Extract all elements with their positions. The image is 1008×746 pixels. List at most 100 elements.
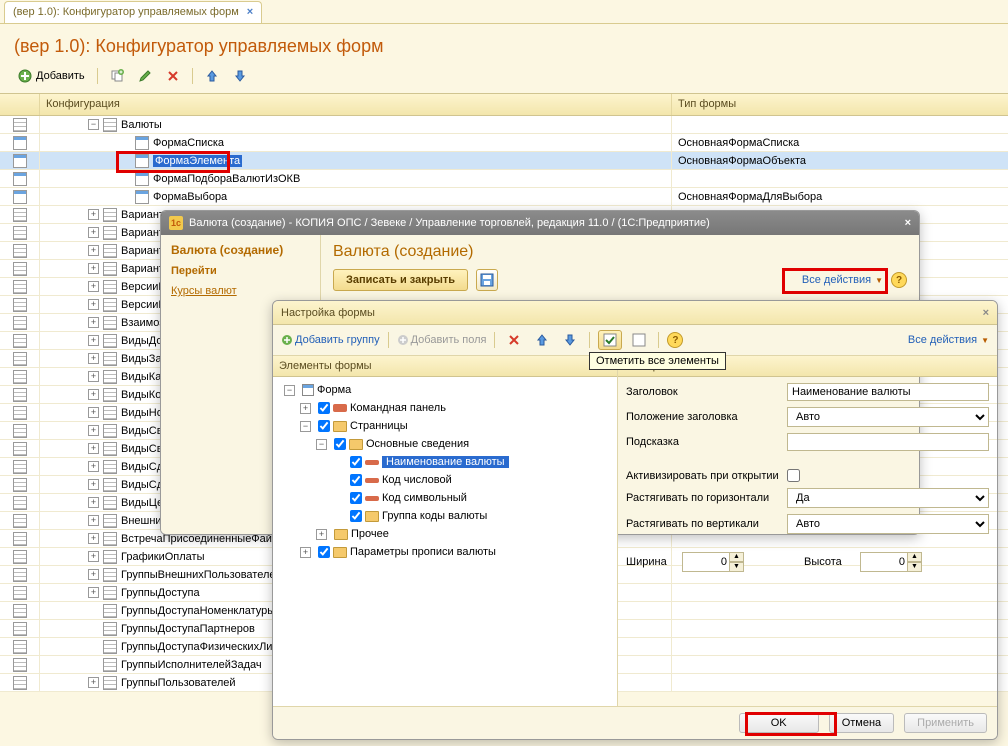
expand-icon[interactable]: +: [88, 551, 99, 562]
expand-icon[interactable]: +: [88, 407, 99, 418]
expand-icon[interactable]: +: [88, 245, 99, 256]
expand-icon[interactable]: +: [88, 677, 99, 688]
prop-activate-label: Активизировать при открытии: [626, 470, 781, 482]
col-configuration[interactable]: Конфигурация: [40, 94, 672, 115]
expand-icon[interactable]: +: [88, 533, 99, 544]
delete-button[interactable]: [162, 67, 184, 85]
expand-icon[interactable]: +: [88, 461, 99, 472]
edit-button[interactable]: [134, 67, 156, 85]
prop-height-spinner[interactable]: ▲▼: [860, 552, 930, 572]
add-button[interactable]: Добавить: [14, 67, 89, 85]
table-row[interactable]: ФормаСпискаОсновнаяФормаСписка: [0, 134, 1008, 152]
prop-titlepos-select[interactable]: Авто: [787, 407, 989, 427]
modal2-title-bar[interactable]: Настройка формы ×: [273, 301, 997, 325]
expand-icon[interactable]: +: [88, 299, 99, 310]
prop-hint-input[interactable]: [787, 433, 989, 451]
spin-up-icon[interactable]: ▲: [730, 552, 744, 562]
table-row[interactable]: ФормаЭлементаОсновнаяФормаОбъекта: [0, 152, 1008, 170]
tree-row[interactable]: Код символьный: [275, 489, 615, 507]
tree-row[interactable]: Наименование валюты: [275, 453, 615, 471]
expand-icon[interactable]: +: [88, 479, 99, 490]
uncheck-all-button[interactable]: [628, 331, 650, 349]
row-label: ГруппыПользователей: [121, 677, 236, 689]
check-all-button[interactable]: [598, 330, 622, 350]
help-icon[interactable]: ?: [891, 272, 907, 288]
expand-icon[interactable]: +: [88, 335, 99, 346]
col-form-type[interactable]: Тип формы: [672, 94, 1008, 115]
nav-goto[interactable]: Перейти: [171, 265, 310, 277]
expand-icon[interactable]: +: [88, 371, 99, 382]
spin-down-icon[interactable]: ▼: [908, 562, 922, 572]
expand-icon[interactable]: +: [88, 281, 99, 292]
tree-checkbox[interactable]: [350, 510, 362, 522]
expand-icon[interactable]: +: [88, 443, 99, 454]
close-modal-icon[interactable]: ×: [905, 217, 911, 229]
move-down-button[interactable]: [229, 67, 251, 85]
expand-icon[interactable]: −: [300, 421, 311, 432]
expand-icon[interactable]: +: [316, 529, 327, 540]
expand-icon[interactable]: +: [88, 227, 99, 238]
tree-row[interactable]: −Основные сведения: [275, 435, 615, 453]
save-close-button[interactable]: Записать и закрыть: [333, 269, 468, 291]
prop-width-spinner[interactable]: ▲▼: [682, 552, 752, 572]
table-row[interactable]: ФормаПодбораВалютИзОКВ: [0, 170, 1008, 188]
tree-checkbox[interactable]: [350, 492, 362, 504]
expand-icon[interactable]: +: [88, 425, 99, 436]
tree-checkbox[interactable]: [350, 474, 362, 486]
tree-checkbox[interactable]: [350, 456, 362, 468]
move-down-icon-button[interactable]: [559, 331, 581, 349]
expand-icon[interactable]: +: [88, 317, 99, 328]
ok-button[interactable]: OK: [739, 713, 819, 733]
help-icon[interactable]: ?: [667, 332, 683, 348]
add-fields-button[interactable]: Добавить поля: [397, 334, 487, 346]
table-row[interactable]: ФормаВыбораОсновнаяФормаДляВыбора: [0, 188, 1008, 206]
expand-icon[interactable]: −: [88, 119, 99, 130]
table-row[interactable]: −Валюты: [0, 116, 1008, 134]
prop-activate-checkbox[interactable]: [787, 469, 800, 482]
spin-down-icon[interactable]: ▼: [730, 562, 744, 572]
tree-row[interactable]: −Странницы: [275, 417, 615, 435]
spin-up-icon[interactable]: ▲: [908, 552, 922, 562]
plus-gray-icon: [397, 334, 409, 346]
expand-icon[interactable]: +: [300, 403, 311, 414]
prop-stretchv-select[interactable]: Авто: [787, 514, 989, 534]
expand-icon[interactable]: +: [88, 263, 99, 274]
tree-row[interactable]: −Форма: [275, 381, 615, 399]
expand-icon[interactable]: +: [88, 353, 99, 364]
move-up-icon-button[interactable]: [531, 331, 553, 349]
tree-row[interactable]: +Командная панель: [275, 399, 615, 417]
tree-checkbox[interactable]: [318, 546, 330, 558]
expand-icon[interactable]: +: [300, 547, 311, 558]
tree-checkbox[interactable]: [318, 420, 330, 432]
delete-icon-button[interactable]: [503, 331, 525, 349]
tree-row[interactable]: +Параметры прописи валюты: [275, 543, 615, 561]
tree-row[interactable]: Группа коды валюты: [275, 507, 615, 525]
modal-title-bar[interactable]: 1c Валюта (создание) - КОПИЯ ОПС / Зевек…: [161, 211, 919, 235]
expand-icon[interactable]: +: [88, 209, 99, 220]
expand-icon[interactable]: +: [88, 569, 99, 580]
cancel-button[interactable]: Отмена: [829, 713, 894, 733]
close-modal2-icon[interactable]: ×: [983, 307, 989, 319]
expand-icon[interactable]: −: [316, 439, 327, 450]
tree-row[interactable]: +Прочее: [275, 525, 615, 543]
expand-icon[interactable]: +: [88, 497, 99, 508]
expand-icon[interactable]: −: [284, 385, 295, 396]
all-actions-dropdown[interactable]: Все действия▼: [802, 274, 883, 286]
save-button[interactable]: [476, 269, 498, 291]
tree-row[interactable]: Код числовой: [275, 471, 615, 489]
expand-icon[interactable]: +: [88, 389, 99, 400]
add-group-button[interactable]: Добавить группу: [281, 334, 380, 346]
document-tab[interactable]: (вер 1.0): Конфигуратор управляемых форм…: [4, 1, 262, 23]
prop-stretchh-select[interactable]: Да: [787, 488, 989, 508]
expand-icon[interactable]: +: [88, 587, 99, 598]
apply-button[interactable]: Применить: [904, 713, 987, 733]
nav-currency-rates[interactable]: Курсы валют: [171, 285, 310, 297]
tree-checkbox[interactable]: [318, 402, 330, 414]
move-up-button[interactable]: [201, 67, 223, 85]
expand-icon[interactable]: +: [88, 515, 99, 526]
prop-header-input[interactable]: [787, 383, 989, 401]
copy-button[interactable]: [106, 67, 128, 85]
all-actions-dropdown-2[interactable]: Все действия▼: [908, 334, 989, 346]
close-tab-icon[interactable]: ×: [247, 6, 253, 18]
tree-checkbox[interactable]: [334, 438, 346, 450]
